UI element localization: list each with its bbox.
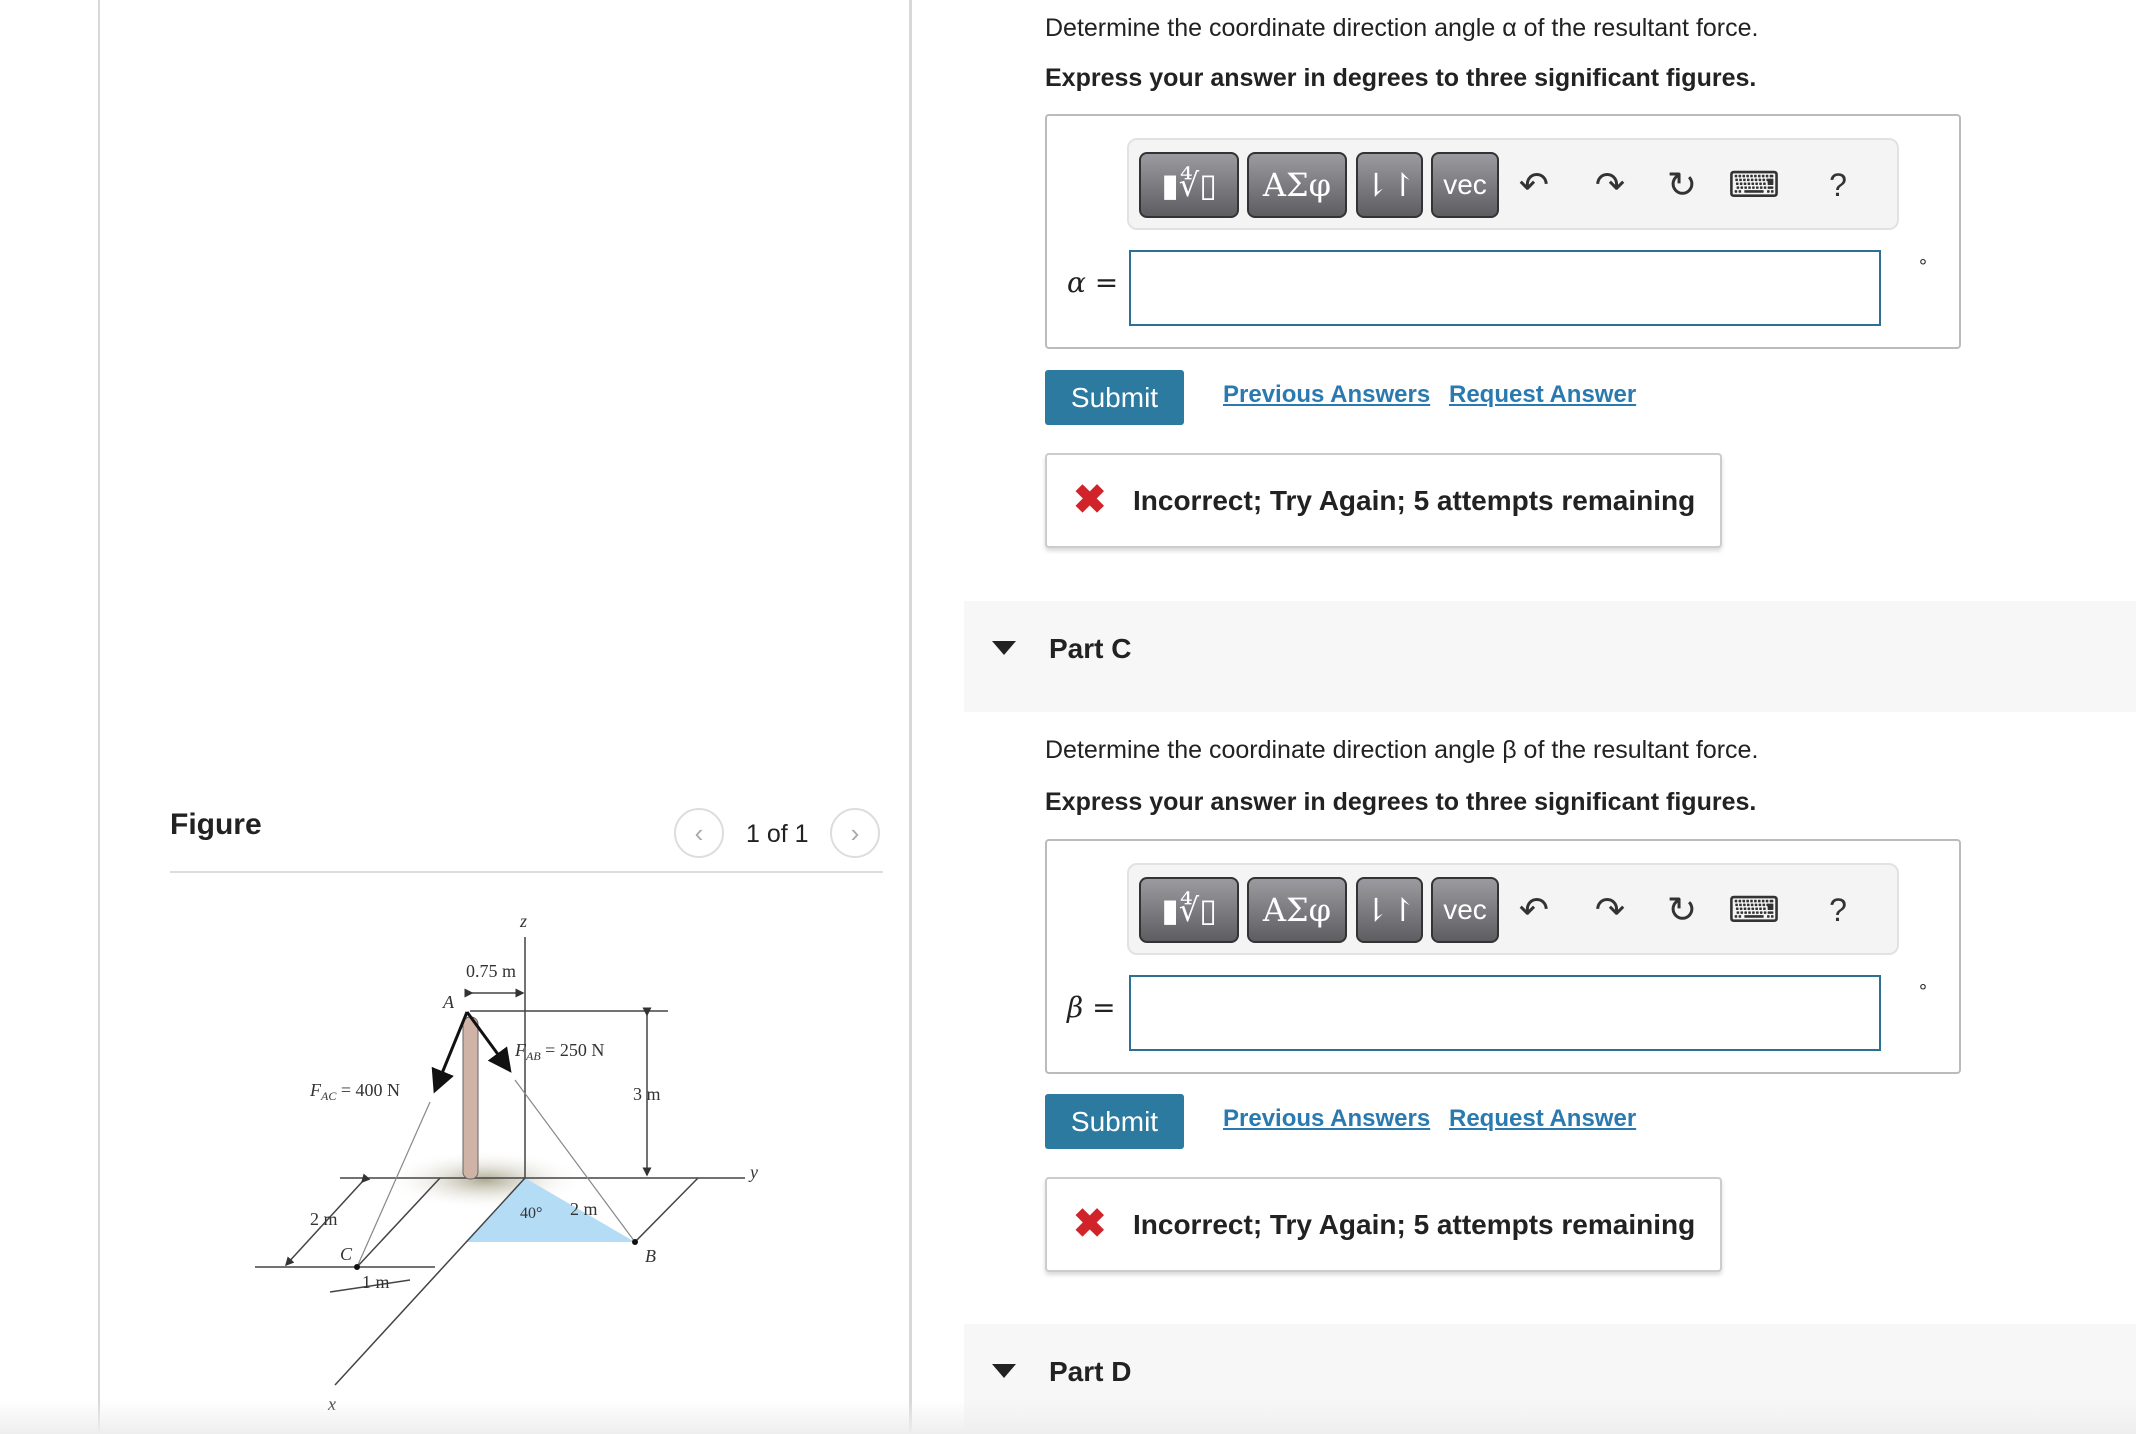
force-ac-arrow (431, 1011, 469, 1094)
undo-icon[interactable]: ↶ (1509, 158, 1559, 212)
greek-button[interactable]: ΑΣφ (1247, 877, 1347, 943)
partc-request-answer-link[interactable]: Request Answer (1449, 1105, 1636, 1133)
pole (462, 1016, 479, 1180)
figure-prev-button[interactable]: ‹ (674, 808, 724, 858)
partc-feedback: ✖ Incorrect; Try Again; 5 attempts remai… (1045, 1177, 1722, 1272)
pane-divider[interactable] (909, 0, 912, 1434)
label-1m: 1 m (362, 1272, 390, 1292)
degree-unit: ° (1919, 981, 1927, 1003)
chevron-left-icon: ‹ (694, 817, 704, 848)
partc-answer-box: ▮∜▯ ΑΣφ ⇂↾ vec ↶ ↷ ↻ ⌨ ? β = ° (1045, 839, 1961, 1074)
partc-header[interactable]: Part C (964, 601, 2136, 712)
label-a: A (442, 992, 455, 1012)
label-angle: 40° (520, 1205, 542, 1222)
label-fab: FAB = 250 N (514, 1040, 604, 1063)
reset-icon[interactable]: ↻ (1657, 883, 1707, 937)
help-icon[interactable]: ? (1813, 883, 1863, 937)
partd-title: Part D (1049, 1356, 1132, 1387)
figure-counter: 1 of 1 (746, 820, 809, 848)
partb-previous-answers-link[interactable]: Previous Answers (1223, 381, 1430, 409)
undo-icon[interactable]: ↶ (1509, 883, 1559, 937)
alpha-input[interactable] (1129, 250, 1881, 326)
figure-diagram: z y x A B C 0.75 m FAB = 250 N FAC = 400… (255, 911, 758, 1414)
label-2m-left: 2 m (310, 1209, 338, 1229)
alpha-label: α = (1067, 266, 1119, 299)
templates-button[interactable]: ▮∜▯ (1139, 877, 1239, 943)
partb-answer-box: ▮∜▯ ΑΣφ ⇂↾ vec ↶ ↷ ↻ ⌨ ? α = ° (1045, 114, 1961, 349)
figure-title: Figure (170, 808, 262, 841)
arrows-button[interactable]: ⇂↾ (1356, 877, 1423, 943)
degree-unit: ° (1919, 256, 1927, 278)
reset-icon[interactable]: ↻ (1657, 158, 1707, 212)
label-z: z (519, 911, 527, 931)
keyboard-icon[interactable]: ⌨ (1728, 883, 1780, 937)
bottom-fade (0, 1400, 2136, 1434)
label-b: B (645, 1246, 656, 1266)
math-toolbar: ▮∜▯ ΑΣφ ⇂↾ vec ↶ ↷ ↻ ⌨ ? (1127, 138, 1899, 230)
partc-instruction: Express your answer in degrees to three … (1045, 788, 1757, 816)
help-icon[interactable]: ? (1813, 158, 1863, 212)
label-3m: 3 m (633, 1084, 661, 1104)
templates-button[interactable]: ▮∜▯ (1139, 152, 1239, 218)
figure-divider (170, 871, 883, 873)
beta-label: β = (1067, 991, 1116, 1024)
partc-title: Part C (1049, 633, 1132, 664)
label-c: C (340, 1244, 353, 1264)
arrows-button[interactable]: ⇂↾ (1356, 152, 1423, 218)
greek-button[interactable]: ΑΣφ (1247, 152, 1347, 218)
beta-input[interactable] (1129, 975, 1881, 1051)
error-x-icon: ✖ (1073, 478, 1107, 522)
feedback-text: Incorrect; Try Again; 5 attempts remaini… (1133, 485, 1696, 516)
caret-down-icon (992, 641, 1016, 655)
error-x-icon: ✖ (1073, 1202, 1107, 1246)
partc-previous-answers-link[interactable]: Previous Answers (1223, 1105, 1430, 1133)
partb-question: Determine the coordinate direction angle… (1045, 14, 1759, 42)
label-0-75m: 0.75 m (466, 961, 516, 981)
figure-next-button[interactable]: › (830, 808, 880, 858)
partc-question: Determine the coordinate direction angle… (1045, 736, 1759, 764)
partb-submit-button[interactable]: Submit (1045, 370, 1184, 425)
redo-icon[interactable]: ↷ (1585, 883, 1635, 937)
chevron-right-icon: › (850, 817, 860, 848)
label-2m: 2 m (570, 1199, 598, 1219)
feedback-text: Incorrect; Try Again; 5 attempts remaini… (1133, 1209, 1696, 1240)
label-y: y (748, 1162, 758, 1182)
left-border (98, 0, 100, 1434)
vec-button[interactable]: vec (1431, 877, 1499, 943)
partb-request-answer-link[interactable]: Request Answer (1449, 381, 1636, 409)
caret-down-icon (992, 1364, 1016, 1378)
redo-icon[interactable]: ↷ (1585, 158, 1635, 212)
math-toolbar: ▮∜▯ ΑΣφ ⇂↾ vec ↶ ↷ ↻ ⌨ ? (1127, 863, 1899, 955)
partc-submit-button[interactable]: Submit (1045, 1094, 1184, 1149)
partb-feedback: ✖ Incorrect; Try Again; 5 attempts remai… (1045, 453, 1722, 548)
label-fac: FAC = 400 N (309, 1080, 400, 1103)
partb-instruction: Express your answer in degrees to three … (1045, 64, 1757, 92)
keyboard-icon[interactable]: ⌨ (1728, 158, 1780, 212)
vec-button[interactable]: vec (1431, 152, 1499, 218)
